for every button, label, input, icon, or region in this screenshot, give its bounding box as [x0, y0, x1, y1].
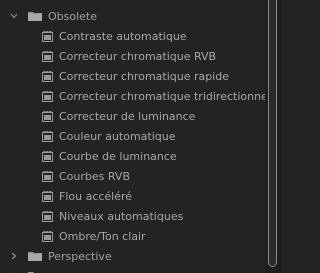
video-effect-icon	[42, 90, 53, 102]
effect-item-3[interactable]: Correcteur chromatique tridirectionnel	[0, 86, 265, 106]
scrollbar-thumb[interactable]	[268, 0, 277, 267]
effect-item-label: Courbes RVB	[59, 169, 130, 183]
effect-item-label: Correcteur chromatique tridirectionnel	[59, 89, 265, 103]
effect-item-10[interactable]: Ombre/Ton clair	[0, 226, 265, 246]
folder-label-obsolete: Obsolete	[48, 9, 98, 23]
effect-item-label: Contraste automatique	[59, 29, 187, 43]
folder-row-perspective[interactable]: Perspective	[0, 246, 265, 266]
video-effect-icon	[42, 50, 53, 62]
folder-row-next[interactable]	[0, 266, 265, 273]
video-effect-icon	[42, 30, 53, 42]
effect-item-label: Courbe de luminance	[59, 149, 177, 163]
vertical-scrollbar[interactable]	[265, 0, 281, 273]
effect-item-8[interactable]: Flou accéléré	[0, 186, 265, 206]
effects-panel: Obsolete Contraste automatique Correcteu…	[0, 0, 265, 273]
effect-item-label: Ombre/Ton clair	[59, 229, 146, 243]
chevron-right-icon[interactable]	[9, 251, 19, 261]
effect-item-label: Niveaux automatiques	[59, 209, 184, 223]
video-effect-icon	[42, 230, 53, 242]
folder-icon	[28, 251, 42, 261]
video-effect-icon	[42, 210, 53, 222]
effect-item-5[interactable]: Couleur automatique	[0, 126, 265, 146]
chevron-down-icon[interactable]	[9, 11, 19, 21]
effect-item-4[interactable]: Correcteur de luminance	[0, 106, 265, 126]
folder-label-perspective: Perspective	[48, 249, 112, 263]
video-effect-icon	[42, 130, 53, 142]
folder-row-obsolete[interactable]: Obsolete	[0, 6, 265, 26]
effect-item-0[interactable]: Contraste automatique	[0, 26, 265, 46]
effect-item-label: Correcteur de luminance	[59, 109, 196, 123]
effect-item-1[interactable]: Correcteur chromatique RVB	[0, 46, 265, 66]
video-effect-icon	[42, 70, 53, 82]
effect-item-6[interactable]: Courbe de luminance	[0, 146, 265, 166]
video-effect-icon	[42, 110, 53, 122]
video-effect-icon	[42, 150, 53, 162]
effect-item-label: Couleur automatique	[59, 129, 176, 143]
folder-icon	[28, 11, 42, 21]
effect-item-label: Correcteur chromatique rapide	[59, 69, 230, 83]
effect-item-7[interactable]: Courbes RVB	[0, 166, 265, 186]
effect-item-9[interactable]: Niveaux automatiques	[0, 206, 265, 226]
effect-item-2[interactable]: Correcteur chromatique rapide	[0, 66, 265, 86]
video-effect-icon	[42, 190, 53, 202]
video-effect-icon	[42, 170, 53, 182]
effect-item-label: Correcteur chromatique RVB	[59, 49, 217, 63]
effect-item-label: Flou accéléré	[59, 189, 133, 203]
